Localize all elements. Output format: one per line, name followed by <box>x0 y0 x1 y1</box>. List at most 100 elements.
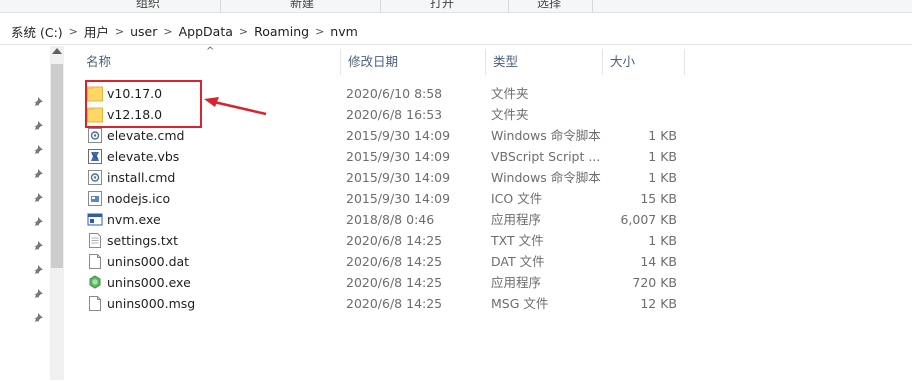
file-date: 2020/6/8 14:25 <box>346 233 443 248</box>
exe-file-icon <box>87 213 103 226</box>
file-date: 2015/9/30 14:09 <box>346 149 451 164</box>
file-name: nodejs.ico <box>107 191 171 206</box>
file-name: unins000.msg <box>107 296 196 311</box>
breadcrumb-item-users[interactable]: 用户 <box>84 22 109 41</box>
pin-icon[interactable] <box>34 313 43 322</box>
annotation-arrow-icon <box>204 97 267 116</box>
navigation-scrollbar[interactable] <box>50 46 64 380</box>
ribbon-separator <box>508 0 509 13</box>
file-size: 6,007 KB <box>620 212 677 227</box>
scrollbar-thumb[interactable] <box>51 64 63 268</box>
chevron-right-icon[interactable]: > <box>69 25 78 38</box>
file-size: 1 KB <box>648 149 677 164</box>
file-type: 文件夹 <box>491 107 529 122</box>
dat-file-icon <box>89 254 101 269</box>
file-type: DAT 文件 <box>491 254 545 269</box>
file-type: TXT 文件 <box>491 233 544 248</box>
pin-icon[interactable] <box>34 193 43 202</box>
ribbon-group-open: 打开 <box>430 0 455 10</box>
file-type: MSG 文件 <box>491 296 549 311</box>
file-row-nodejs-ico[interactable]: nodejs.ico 2015/9/30 14:09 ICO 文件 15 KB <box>78 188 688 209</box>
file-size: 1 KB <box>648 233 677 248</box>
txt-file-icon <box>89 233 101 248</box>
file-type: ICO 文件 <box>491 191 543 206</box>
file-size: 720 KB <box>632 275 677 290</box>
file-size <box>608 83 677 104</box>
ribbon-group-new: 新建 <box>290 0 315 10</box>
pin-icon[interactable] <box>34 217 43 226</box>
scroll-up-icon[interactable] <box>52 48 62 54</box>
divider <box>0 44 912 45</box>
file-type: VBScript Script ... <box>491 149 601 164</box>
breadcrumb-item-drive[interactable]: 系统 (C:) <box>11 22 63 41</box>
pin-icon[interactable] <box>34 265 43 274</box>
file-row-install-cmd[interactable]: install.cmd 2015/9/30 14:09 Windows 命令脚本… <box>78 167 688 188</box>
file-row-nvm-exe[interactable]: nvm.exe 2018/8/8 0:46 应用程序 6,007 KB <box>78 209 688 230</box>
file-date: 2015/9/30 14:09 <box>346 128 451 143</box>
file-row-settings-txt[interactable]: settings.txt 2020/6/8 14:25 TXT 文件 1 KB <box>78 230 688 251</box>
ribbon-group-organize: 组织 <box>136 0 161 10</box>
ico-file-icon <box>88 191 102 206</box>
file-row-elevate-vbs[interactable]: elevate.vbs 2015/9/30 14:09 VBScript Scr… <box>78 146 688 167</box>
file-date: 2020/6/8 14:25 <box>346 296 443 311</box>
pin-icon[interactable] <box>34 289 43 298</box>
annotation-highlight-box <box>85 80 202 128</box>
column-header-name[interactable]: 名称 <box>78 49 340 75</box>
ribbon-separator <box>592 0 593 13</box>
breadcrumb-item-nvm[interactable]: nvm <box>330 24 358 39</box>
chevron-right-icon[interactable]: > <box>315 25 324 38</box>
pin-icon[interactable] <box>34 145 43 154</box>
pin-icon[interactable] <box>34 169 43 178</box>
chevron-right-icon[interactable]: > <box>115 25 124 38</box>
file-date: 2020/6/10 8:58 <box>346 86 443 101</box>
breadcrumb-item-appdata[interactable]: AppData <box>179 24 233 39</box>
file-date: 2020/6/8 14:25 <box>346 275 443 290</box>
cmd-file-icon <box>88 170 102 185</box>
file-row-unins-exe[interactable]: unins000.exe 2020/6/8 14:25 应用程序 720 KB <box>78 272 688 293</box>
file-row-unins-msg[interactable]: unins000.msg 2020/6/8 14:25 MSG 文件 12 KB <box>78 293 688 314</box>
file-name: settings.txt <box>107 233 179 248</box>
file-date: 2020/6/8 14:25 <box>346 254 443 269</box>
file-name: unins000.dat <box>107 254 190 269</box>
breadcrumb: 系统 (C:) > 用户 > user > AppData > Roaming … <box>0 18 912 44</box>
pin-icon[interactable] <box>34 241 43 250</box>
column-header-type[interactable]: 类型 <box>485 49 602 75</box>
file-size <box>608 104 677 125</box>
file-size: 15 KB <box>640 191 677 206</box>
ribbon-separator <box>380 0 381 13</box>
breadcrumb-item-roaming[interactable]: Roaming <box>254 24 309 39</box>
file-type: 应用程序 <box>491 275 542 290</box>
file-name: unins000.exe <box>107 275 191 290</box>
file-type: 文件夹 <box>491 86 529 101</box>
installer-exe-icon <box>89 275 101 289</box>
file-row-elevate-cmd[interactable]: elevate.cmd 2015/9/30 14:09 Windows 命令脚本… <box>78 125 688 146</box>
cmd-file-icon <box>88 128 102 143</box>
file-row-unins-dat[interactable]: unins000.dat 2020/6/8 14:25 DAT 文件 14 KB <box>78 251 688 272</box>
file-name: elevate.cmd <box>107 128 185 143</box>
pin-icon[interactable] <box>34 97 43 106</box>
pin-icon[interactable] <box>34 121 43 130</box>
msg-file-icon <box>89 296 101 311</box>
file-date: 2015/9/30 14:09 <box>346 170 451 185</box>
column-divider[interactable] <box>684 49 685 75</box>
file-date: 2020/6/8 16:53 <box>346 107 443 122</box>
chevron-right-icon[interactable]: > <box>163 25 172 38</box>
file-name: elevate.vbs <box>107 149 180 164</box>
file-date: 2015/9/30 14:09 <box>346 191 451 206</box>
file-name: install.cmd <box>107 170 176 185</box>
file-type: Windows 命令脚本 <box>491 170 601 185</box>
column-header-size[interactable]: 大小 <box>602 49 684 75</box>
ribbon-group-select: 选择 <box>537 0 562 10</box>
file-size: 1 KB <box>648 170 677 185</box>
file-date: 2018/8/8 0:46 <box>346 212 435 227</box>
file-type: 应用程序 <box>491 212 542 227</box>
ribbon-separator <box>220 0 221 13</box>
file-size: 12 KB <box>640 296 677 311</box>
chevron-right-icon[interactable]: > <box>239 25 248 38</box>
file-size: 14 KB <box>640 254 677 269</box>
vbs-file-icon <box>88 149 102 164</box>
file-type: Windows 命令脚本 <box>491 128 601 143</box>
column-header-date[interactable]: 修改日期 <box>340 49 485 75</box>
ribbon-group-labels: 组织 新建 打开 选择 <box>0 0 912 13</box>
breadcrumb-item-user[interactable]: user <box>130 24 157 39</box>
